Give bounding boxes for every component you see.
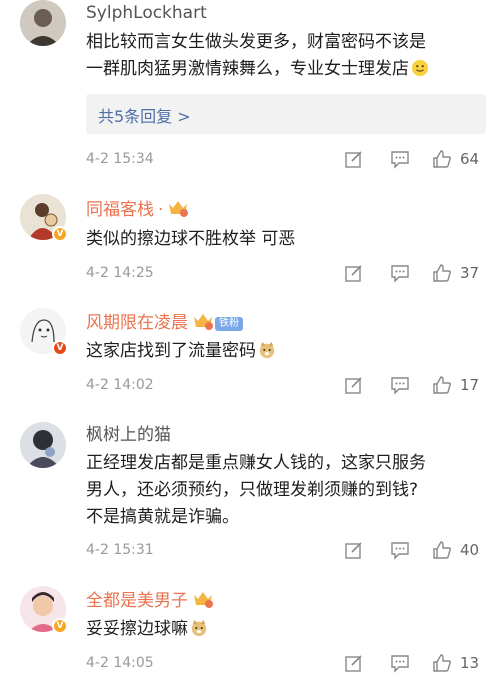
like-count: 64 [460, 150, 480, 168]
avatar[interactable] [20, 0, 66, 46]
username[interactable]: 全都是美男子 [86, 589, 214, 612]
comment-icon[interactable] [390, 653, 410, 673]
timestamp: 4-2 14:25 [86, 265, 154, 281]
comment-icon[interactable] [390, 149, 410, 169]
comment-text: 妥妥擦边球嘛 [86, 616, 486, 643]
comment-icon[interactable] [390, 263, 410, 283]
comment-icon[interactable] [390, 375, 410, 395]
avatar[interactable] [20, 422, 66, 468]
comment-item: V 全都是美男子 妥妥擦边球嘛 4-2 14:05 13 [0, 586, 500, 686]
comment-item: V 同福客栈 · 类似的擦边球不胜枚举 可恶 4-2 14:25 37 [0, 194, 500, 294]
timestamp: 4-2 15:34 [86, 151, 154, 167]
like-count: 13 [460, 654, 480, 672]
comment-meta: 4-2 14:05 13 [86, 652, 486, 674]
like-count: 37 [460, 264, 480, 282]
thumbs-up-icon[interactable] [432, 263, 452, 283]
comment-meta: 4-2 15:34 64 [86, 148, 486, 170]
comment-text: 类似的擦边球不胜枚举 可恶 [86, 229, 296, 249]
comment-item: 枫树上的猫 正经理发店都是重点赚女人钱的，这家只服务 男人，还必须预约，只做理发… [0, 422, 500, 572]
verified-badge-icon: V [52, 618, 68, 634]
comment-item: V 风期限在凌晨 铁粉 这家店找到了流量密码 4-2 14:02 17 [0, 308, 500, 408]
edit-icon[interactable] [344, 653, 364, 673]
comment-text: 这家店找到了流量密码 [86, 338, 486, 365]
thumbs-up-icon[interactable] [432, 149, 452, 169]
like-count: 40 [460, 541, 480, 559]
thumbs-up-icon[interactable] [432, 375, 452, 395]
comment-text: 相比较而言女生做头发更多，财富密码不该是 一群肌肉猛男激情辣舞么，专业女士理发店 [86, 29, 486, 83]
verified-badge-icon: V [52, 340, 68, 356]
comment-meta: 4-2 15:31 40 [86, 539, 486, 561]
like-count: 17 [460, 376, 480, 394]
comment-meta: 4-2 14:25 37 [86, 262, 486, 284]
fan-level-icon [194, 314, 213, 330]
comment-icon[interactable] [390, 540, 410, 560]
username[interactable]: 风期限在凌晨 铁粉 [86, 311, 243, 334]
edit-icon[interactable] [344, 375, 364, 395]
reply-count-link[interactable]: 共5条回复 > [98, 103, 191, 127]
doge-emoji-icon [259, 341, 275, 359]
edit-icon[interactable] [344, 263, 364, 283]
edit-icon[interactable] [344, 149, 364, 169]
timestamp: 4-2 14:05 [86, 655, 154, 671]
fan-level-icon [169, 201, 189, 217]
comment-item: SylphLockhart 相比较而言女生做头发更多，财富密码不该是 一群肌肉猛… [0, 0, 500, 180]
comment-meta: 4-2 14:02 17 [86, 374, 486, 396]
timestamp: 4-2 14:02 [86, 377, 154, 393]
username[interactable]: 枫树上的猫 [86, 424, 171, 446]
thumbs-up-icon[interactable] [432, 653, 452, 673]
username[interactable]: 同福客栈 · [86, 198, 189, 221]
fan-badge: 铁粉 [215, 317, 243, 331]
emoji-icon [411, 59, 429, 77]
verified-badge-icon: V [52, 226, 68, 242]
timestamp: 4-2 15:31 [86, 542, 154, 558]
doge-emoji-icon [191, 619, 207, 637]
edit-icon[interactable] [344, 540, 364, 560]
reply-summary[interactable]: 共5条回复 > [86, 94, 486, 134]
comment-text: 正经理发店都是重点赚女人钱的，这家只服务 男人，还必须预约，只做理发剃须赚的到钱… [86, 453, 426, 527]
username[interactable]: SylphLockhart [86, 2, 207, 24]
thumbs-up-icon[interactable] [432, 540, 452, 560]
fan-level-icon [194, 592, 213, 608]
